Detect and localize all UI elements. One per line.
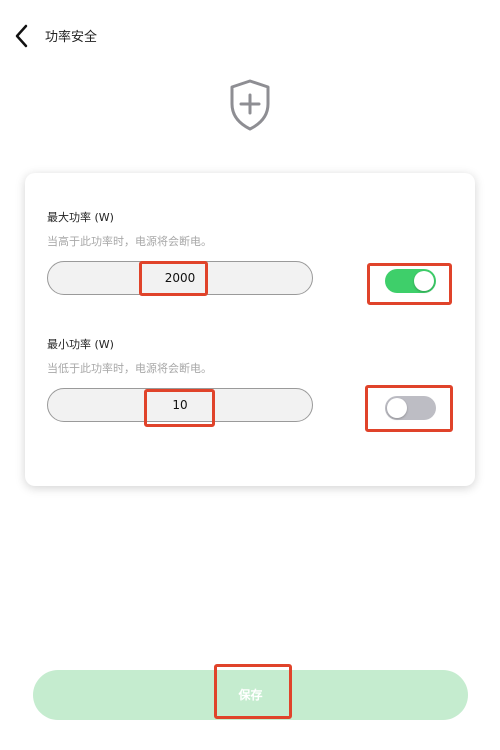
max-power-field xyxy=(47,261,313,295)
toggle-knob xyxy=(414,271,434,291)
save-button-label: 保存 xyxy=(238,688,263,702)
header-bar: 功率安全 xyxy=(0,0,500,70)
save-button[interactable]: 保存 xyxy=(33,670,468,720)
back-button[interactable] xyxy=(10,22,34,50)
shield-plus-icon xyxy=(227,78,273,132)
max-power-hint: 当高于此功率时，电源将会断电。 xyxy=(47,235,212,248)
min-power-title: 最小功率 (W) xyxy=(47,338,114,351)
min-power-toggle[interactable] xyxy=(385,396,436,420)
max-power-title: 最大功率 (W) xyxy=(47,211,114,224)
max-power-input[interactable] xyxy=(48,262,312,294)
toggle-knob xyxy=(387,398,407,418)
max-power-toggle[interactable] xyxy=(385,269,436,293)
page-title: 功率安全 xyxy=(45,30,98,45)
min-power-input[interactable] xyxy=(48,389,312,421)
min-power-hint: 当低于此功率时，电源将会断电。 xyxy=(47,362,212,375)
power-settings-card: 最大功率 (W) 当高于此功率时，电源将会断电。 最小功率 (W) 当低于此功率… xyxy=(25,173,475,486)
min-power-field xyxy=(47,388,313,422)
chevron-left-icon xyxy=(15,24,28,48)
